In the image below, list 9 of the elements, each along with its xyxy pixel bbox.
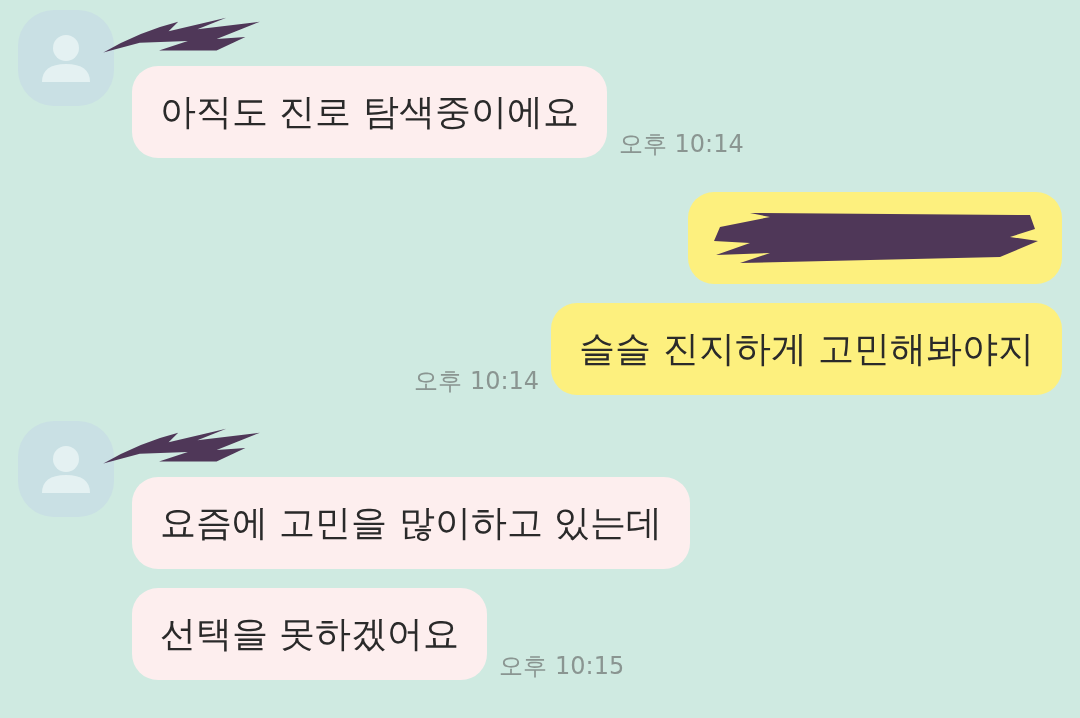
message-time: 오후 10:14 — [618, 129, 744, 160]
message-bubble: 아직도 진로 탐색중이에요 — [132, 66, 607, 158]
message-time: 오후 10:15 — [499, 651, 625, 682]
message-bubble: 선택을 못하겠어요 — [132, 588, 488, 680]
avatar-icon[interactable] — [18, 10, 114, 106]
message-bubble: 슬슬 진지하게 고민해봐야지 — [551, 303, 1062, 395]
message-time: 오후 10:14 — [414, 366, 540, 397]
avatar-icon[interactable] — [18, 421, 114, 517]
message-bubble: 요즘에 고민을 많이하고 있는데 — [132, 477, 691, 569]
